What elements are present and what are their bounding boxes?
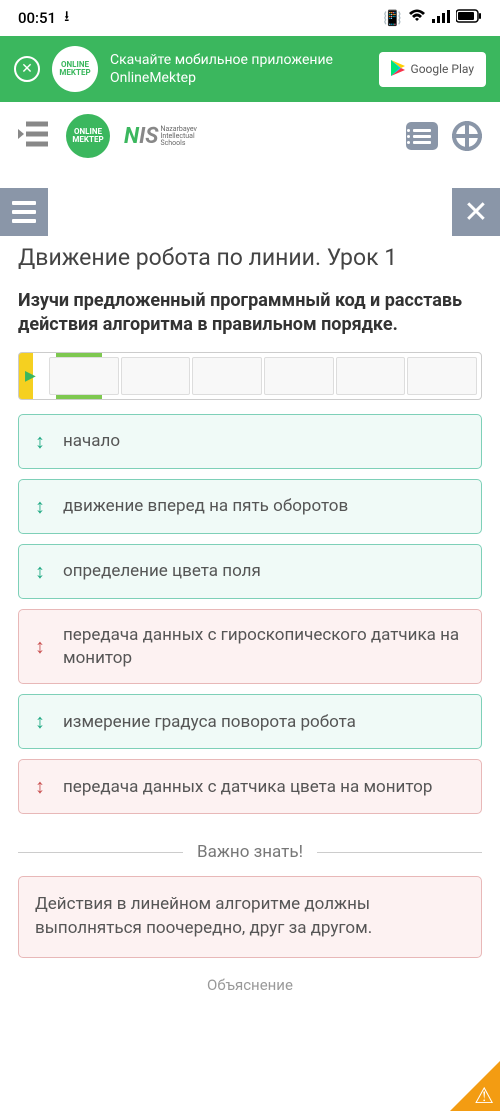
list-view-button[interactable] xyxy=(406,122,438,150)
sortable-item[interactable]: ↕ передача данных с гироскопического датч… xyxy=(18,609,482,685)
banner-close-button[interactable]: ✕ xyxy=(14,56,40,82)
battery-icon xyxy=(456,9,482,27)
instruction-text: Изучи предложенный программный код и рас… xyxy=(0,289,500,352)
nis-subtitle: Nazarbayev Intellectual Schools xyxy=(160,126,196,147)
code-block xyxy=(121,357,191,395)
item-text: передача данных с датчика цвета на монит… xyxy=(63,776,432,799)
code-block xyxy=(407,357,477,395)
drag-icon: ↕ xyxy=(35,429,45,454)
store-label: Google Play xyxy=(411,62,474,76)
sortable-list: ↕ начало ↕ движение вперед на пять оборото… xyxy=(0,414,500,815)
warning-badge[interactable] xyxy=(450,1061,500,1111)
menu-button[interactable] xyxy=(0,188,48,236)
sortable-item[interactable]: ↕ определение цвета поля xyxy=(18,544,482,599)
collapse-menu-button[interactable] xyxy=(18,120,52,152)
content-bar: ✕ xyxy=(0,188,500,236)
drag-icon: ↕ xyxy=(35,634,45,659)
sortable-item[interactable]: ↕ измерение градуса поворота робота xyxy=(18,694,482,749)
status-bar: 00:51 ⭳ 📳 xyxy=(0,0,500,36)
code-block xyxy=(49,357,119,395)
item-text: измерение градуса поворота робота xyxy=(63,711,356,734)
sortable-item[interactable]: ↕ передача данных с датчика цвета на мони… xyxy=(18,759,482,814)
close-button[interactable]: ✕ xyxy=(452,188,500,236)
banner-text: Скачайте мобильное приложение OnlineMekt… xyxy=(110,51,367,87)
nis-n: NIS xyxy=(124,124,158,149)
code-block xyxy=(336,357,406,395)
status-right: 📳 xyxy=(383,9,482,27)
google-play-button[interactable]: Google Play xyxy=(379,52,486,87)
code-block xyxy=(192,357,262,395)
status-left: 00:51 ⭳ xyxy=(18,6,69,31)
drag-icon: ↕ xyxy=(35,494,45,519)
drag-icon: ↕ xyxy=(35,774,45,799)
drag-icon: ↕ xyxy=(35,709,45,734)
sortable-item[interactable]: ↕ начало xyxy=(18,414,482,469)
app-banner: ✕ ONLINE MEKTEP Скачайте мобильное прило… xyxy=(0,36,500,102)
banner-logo: ONLINE MEKTEP xyxy=(52,46,98,92)
close-icon: ✕ xyxy=(463,195,488,230)
item-text: начало xyxy=(63,430,120,453)
section-divider: Важно знать! xyxy=(0,824,500,876)
wifi-icon xyxy=(408,9,426,27)
program-code-image xyxy=(18,352,482,400)
download-icon: ⭳ xyxy=(64,6,69,31)
top-nav: ONLINE MEKTEP NIS Nazarbayev Intellectua… xyxy=(0,102,500,170)
language-button[interactable] xyxy=(452,121,482,151)
status-time: 00:51 xyxy=(18,9,56,27)
item-text: движение вперед на пять оборотов xyxy=(63,495,348,518)
next-section-label: Объяснение xyxy=(0,976,500,994)
play-icon xyxy=(391,60,405,79)
item-text: определение цвета поля xyxy=(63,560,261,583)
brand-logo[interactable]: ONLINE MEKTEP xyxy=(66,114,110,158)
sortable-item[interactable]: ↕ движение вперед на пять оборотов xyxy=(18,479,482,534)
important-note: Действия в линейном алгоритме должны вып… xyxy=(18,876,482,958)
item-text: передача данных с гироскопического датчи… xyxy=(63,624,465,670)
drag-icon: ↕ xyxy=(35,559,45,584)
signal-icon xyxy=(432,9,450,27)
nis-logo[interactable]: NIS Nazarbayev Intellectual Schools xyxy=(124,124,197,149)
code-block xyxy=(264,357,334,395)
divider-label: Важно знать! xyxy=(197,842,303,862)
vibrate-icon: 📳 xyxy=(383,9,402,27)
page-title: Движение робота по линии. Урок 1 xyxy=(0,236,500,289)
